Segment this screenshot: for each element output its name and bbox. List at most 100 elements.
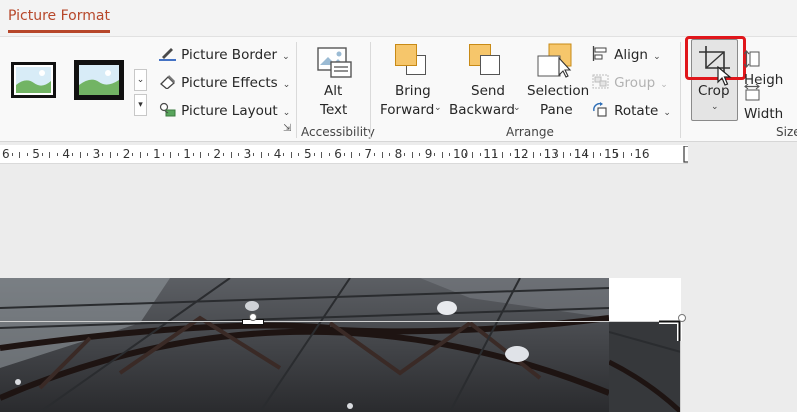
ruler-tick: [540, 153, 542, 156]
alt-text-button[interactable]: Alt Text: [313, 45, 355, 125]
height-icon: [743, 50, 760, 68]
rotation-handle-icon[interactable]: [248, 312, 258, 322]
ruler-tick: [102, 153, 104, 156]
send-backward-label-line1: Send: [471, 83, 506, 99]
ruler-tick: [411, 151, 413, 158]
gallery-more-button[interactable]: ▾: [134, 94, 147, 116]
horizontal-ruler[interactable]: 6 5 4 3 2 1 1 2 3 4 5 6 7 8 9 10 11 12 13 14 15 16: [0, 145, 688, 164]
ribbon-separator: [296, 42, 297, 138]
ruler-tick: [109, 151, 111, 158]
ruler-tick: [389, 153, 391, 156]
ruler-number: 5: [304, 147, 312, 161]
picture-image[interactable]: [0, 278, 609, 412]
ruler-tick: [479, 153, 481, 156]
ribbon-separator: [680, 42, 681, 138]
ruler-tick: [358, 153, 360, 156]
crop-highlight-box: [685, 36, 746, 80]
ruler-number: 15: [604, 147, 620, 161]
bring-forward-button[interactable]: Bring Forward ⌄: [380, 43, 444, 123]
align-button[interactable]: Align ⌄: [592, 44, 661, 63]
warehouse-ceiling-photo: [0, 278, 609, 412]
size-group-label: Size: [776, 125, 797, 139]
chevron-down-icon: ⌄: [282, 108, 291, 118]
ruler-number: 14: [573, 147, 590, 161]
ruler-number: 5: [32, 147, 40, 161]
ruler-tick: [524, 153, 526, 156]
landscape-thumbnail-icon: [79, 65, 119, 95]
ruler-tick: [238, 153, 240, 156]
alt-text-icon: [317, 47, 352, 78]
ruler-tick: [592, 151, 594, 158]
ruler-tick: [328, 153, 330, 156]
accessibility-group-label: Accessibility: [301, 125, 375, 139]
ruler-number: 6: [2, 147, 10, 161]
send-backward-button[interactable]: Send Backward ⌄: [449, 43, 523, 123]
selection-pane-button[interactable]: Selection Pane: [527, 43, 590, 123]
sizing-handle-icon[interactable]: [677, 313, 687, 323]
ruler-number: 6: [334, 147, 342, 161]
ruler-tick: [464, 153, 466, 156]
ruler-tick: [177, 153, 179, 156]
ruler-tick: [562, 151, 564, 158]
gallery-scroll-down-button[interactable]: ⌄: [134, 69, 147, 91]
width-field[interactable]: Width: [744, 83, 797, 122]
ruler-number: 3: [243, 147, 252, 161]
ruler-tick: [472, 151, 474, 158]
chevron-down-icon: ⌄: [660, 80, 668, 90]
ruler-tick: [585, 153, 587, 156]
ruler-tick: [260, 151, 262, 158]
ribbon-separator: [370, 42, 371, 138]
chevron-down-icon: ⌄: [653, 52, 661, 62]
picture-layout-button[interactable]: Picture Layout ⌄: [159, 100, 290, 119]
ruler-number: 12: [513, 147, 529, 161]
selection-pane-label-line1: Selection: [527, 83, 590, 99]
ruler-tick: [147, 153, 149, 156]
ruler-tick: [502, 151, 504, 158]
picture-style-simple-frame-black[interactable]: [11, 62, 56, 98]
picture-effects-button[interactable]: Picture Effects ⌄: [159, 72, 290, 91]
picture-border-button[interactable]: Picture Border ⌄: [159, 44, 290, 63]
align-label: Align: [614, 47, 648, 63]
ruler-tick: [630, 153, 632, 156]
ruler-tick: [26, 153, 28, 156]
ruler-tick: [615, 153, 617, 156]
ruler-tick: [117, 153, 119, 156]
tab-active-underline: [8, 30, 110, 33]
ruler-tick: [49, 151, 51, 158]
selection-pane-icon: [537, 43, 572, 78]
ruler-tick: [71, 153, 73, 156]
ruler-tick: [290, 151, 292, 158]
mouse-pointer-icon: [717, 66, 732, 86]
ruler-tick: [373, 153, 375, 156]
bring-forward-label-line2: Forward: [380, 102, 435, 118]
ruler-tick: [56, 153, 58, 156]
height-field[interactable]: Heigh: [743, 50, 797, 88]
ruler-tick: [162, 153, 164, 156]
chevron-down-icon: ⌄: [663, 108, 671, 118]
rotate-button[interactable]: Rotate ⌄: [592, 100, 671, 119]
picture-style-thick-black-frame[interactable]: [74, 60, 124, 100]
dialog-launcher-icon[interactable]: ⇲: [283, 123, 291, 134]
ruler-tick: [555, 153, 557, 156]
group-button: Group ⌄: [592, 72, 668, 91]
ruler-tick: [419, 153, 421, 156]
ruler-tick: [623, 151, 625, 158]
picture-effects-label: Picture Effects: [181, 75, 278, 91]
ruler-tick: [600, 153, 602, 156]
ruler-number: 1: [153, 147, 161, 161]
alt-text-label-line2: Text: [320, 102, 348, 118]
crop-area-blank: [609, 278, 681, 322]
ruler-number: 1: [183, 147, 191, 161]
ruler-tick: [222, 153, 224, 156]
ruler-tick: [351, 151, 353, 158]
ruler-tick: [298, 153, 300, 156]
pen-border-icon: [159, 48, 176, 61]
chevron-down-icon: ⌄: [711, 102, 719, 112]
ruler-tick: [253, 153, 255, 156]
ruler-tick: [132, 153, 134, 156]
ruler-tick: [192, 153, 194, 156]
ruler-number: 13: [543, 147, 559, 161]
selection-pane-label-line2: Pane: [540, 102, 573, 118]
tab-picture-format[interactable]: Picture Format: [8, 8, 110, 24]
crop-boundary-line: [0, 321, 681, 322]
